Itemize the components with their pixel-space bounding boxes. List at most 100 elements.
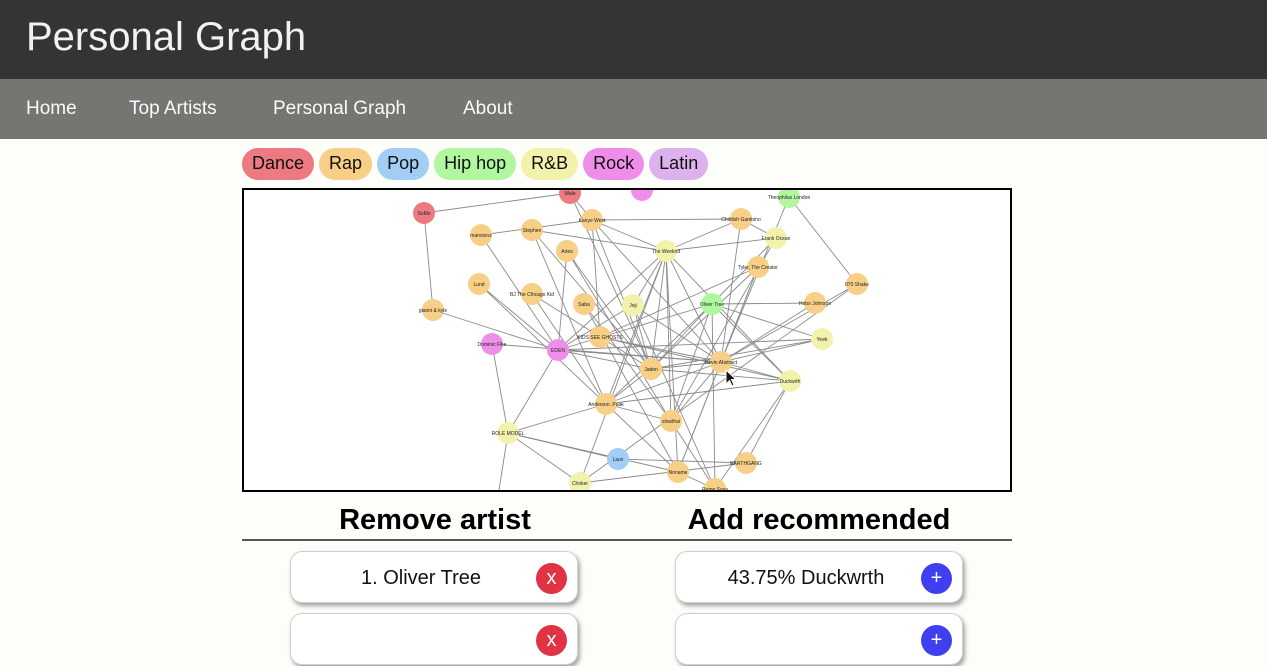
remove-artist-card: x: [290, 613, 578, 665]
graph-node-label: KIDS SEE GHOSTS: [577, 335, 623, 341]
artist-name: 1. Oliver Tree: [360, 567, 482, 589]
remove-artist-card: 1. Oliver Tree x: [290, 551, 578, 603]
graph-node-label: Hobo Johnson: [799, 301, 831, 307]
graph-node-label: Frank Ocean: [762, 236, 791, 242]
graph-node-label: Duckwrth: [780, 379, 801, 385]
genre-rnb[interactable]: R&B: [521, 148, 579, 180]
graph-edge: [423, 192, 571, 214]
genre-dance[interactable]: Dance: [242, 148, 315, 180]
graph-node-label: slowthai: [662, 419, 680, 425]
graph-node-label: Theophilus London: [768, 195, 811, 201]
graph-node[interactable]: SoMo: [413, 202, 435, 224]
graph-node[interactable]: Rome Sosa: [702, 478, 728, 490]
graph-node[interactable]: Theophilus London: [768, 190, 811, 208]
graph-node[interactable]: Stephen: [521, 219, 543, 241]
remove-button[interactable]: x: [536, 563, 567, 594]
graph-edge: [720, 283, 858, 363]
graph-node[interactable]: gianni & kyle: [419, 299, 448, 321]
graph-node[interactable]: BJ The Chicago Kid: [510, 283, 554, 305]
graph-node-label: Noname: [669, 470, 688, 476]
graph-node-label: Lauv: [613, 457, 624, 463]
artist-name: [291, 614, 551, 666]
graph-node[interactable]: slowthai: [660, 410, 682, 432]
graph-node-label: Choker: [572, 481, 588, 487]
graph-node[interactable]: Duckwrth: [779, 370, 801, 392]
graph-node-label: Joji: [629, 303, 637, 309]
graph-node[interactable]: Anderson .Paak: [588, 393, 624, 415]
graph-edge: [665, 237, 777, 252]
graph-edge: [491, 343, 509, 434]
section-divider: [242, 539, 1012, 541]
graph-node-label: Jaden: [644, 367, 658, 373]
graph-node[interactable]: EDEN: [547, 339, 569, 361]
graph-canvas[interactable]: Wale SoMo Theophilus London Kanye West Child…: [244, 190, 1010, 490]
genre-pop[interactable]: Pop: [377, 148, 430, 180]
graph-edge: [531, 229, 667, 252]
genre-legend: Dance Rap Pop Hip hop R&B Rock Latin: [242, 148, 709, 180]
graph-node-label: Dominic Fike: [478, 342, 507, 348]
graph-node-label: gianni & kyle: [419, 308, 448, 314]
graph-node-label: Aries: [561, 249, 573, 255]
recommended-artist-card: 43.75% Duckwrth +: [675, 551, 963, 603]
graph-node-label: Kevin Abstract: [705, 360, 738, 366]
artist-graph[interactable]: Wale SoMo Theophilus London Kanye West Child…: [242, 188, 1012, 492]
graph-node[interactable]: Choker: [569, 472, 591, 490]
graph-node-label: Tyler, The Creator: [738, 265, 778, 271]
genre-rap[interactable]: Rap: [319, 148, 373, 180]
graph-edge: [507, 432, 581, 484]
graph-edge: [720, 218, 742, 363]
graph-node-label: mansionz: [470, 233, 492, 239]
graph-edge: [423, 212, 434, 311]
graph-node-label: Childish Gambino: [721, 217, 761, 223]
graph-edge: [531, 293, 607, 405]
top-header: Personal Graph: [0, 0, 1267, 79]
graph-node[interactable]: 070 Shake: [845, 273, 869, 295]
graph-node-label: Saba: [578, 302, 590, 308]
nav-bar: Home Top Artists Personal Graph About: [0, 79, 1267, 139]
graph-node[interactable]: Tyler, The Creator: [738, 256, 778, 278]
nav-about[interactable]: About: [463, 79, 513, 139]
graph-node-label: BJ The Chicago Kid: [510, 292, 554, 298]
graph-node[interactable]: Lauv: [607, 448, 629, 470]
nav-personal-graph[interactable]: Personal Graph: [273, 79, 406, 139]
graph-node[interactable]: The Weeknd: [652, 240, 680, 262]
graph-node[interactable]: EARTHGANG: [730, 452, 762, 474]
nav-home[interactable]: Home: [26, 79, 77, 139]
add-button[interactable]: +: [921, 625, 952, 656]
graph-edge: [599, 336, 791, 382]
graph-edge: [591, 219, 667, 252]
graph-node[interactable]: Hobo Johnson: [799, 292, 831, 314]
remove-artist-heading: Remove artist: [339, 504, 531, 536]
graph-node[interactable]: Lund: [468, 273, 490, 295]
graph-node[interactable]: [631, 190, 653, 201]
remove-button[interactable]: x: [536, 625, 567, 656]
graph-node[interactable]: Noname: [667, 461, 689, 483]
graph-edge: [711, 303, 716, 490]
genre-hip-hop[interactable]: Hip hop: [434, 148, 517, 180]
graph-edge: [507, 432, 679, 473]
graph-node[interactable]: Joji: [622, 294, 644, 316]
graph-node-label: EDEN: [551, 348, 565, 354]
add-button[interactable]: +: [921, 563, 952, 594]
graph-node[interactable]: Dominic Fike: [478, 333, 507, 355]
genre-rock[interactable]: Rock: [583, 148, 645, 180]
graph-node-label: Lund: [473, 282, 484, 288]
graph-node[interactable]: Aries: [556, 240, 578, 262]
graph-node[interactable]: Frank Ocean: [762, 227, 791, 249]
graph-node[interactable]: Kanye West: [579, 209, 606, 231]
graph-edge: [714, 380, 791, 490]
graph-node-label: Wale: [564, 191, 575, 197]
genre-latin[interactable]: Latin: [649, 148, 709, 180]
graph-node-label: EARTHGANG: [730, 461, 762, 467]
recommendation-text: [676, 614, 936, 666]
graph-edge: [745, 380, 791, 464]
graph-node-label: Kanye West: [579, 218, 606, 224]
nav-top-artists[interactable]: Top Artists: [129, 79, 217, 139]
graph-node-label: Anderson .Paak: [588, 402, 624, 408]
graph-node[interactable]: mansionz: [470, 224, 492, 246]
graph-node[interactable]: Jaden: [640, 358, 662, 380]
graph-node[interactable]: Saba: [573, 293, 595, 315]
graph-edge: [788, 196, 858, 285]
graph-node-label: Rome Sosa: [702, 487, 728, 490]
graph-node[interactable]: Yeek: [811, 328, 833, 350]
